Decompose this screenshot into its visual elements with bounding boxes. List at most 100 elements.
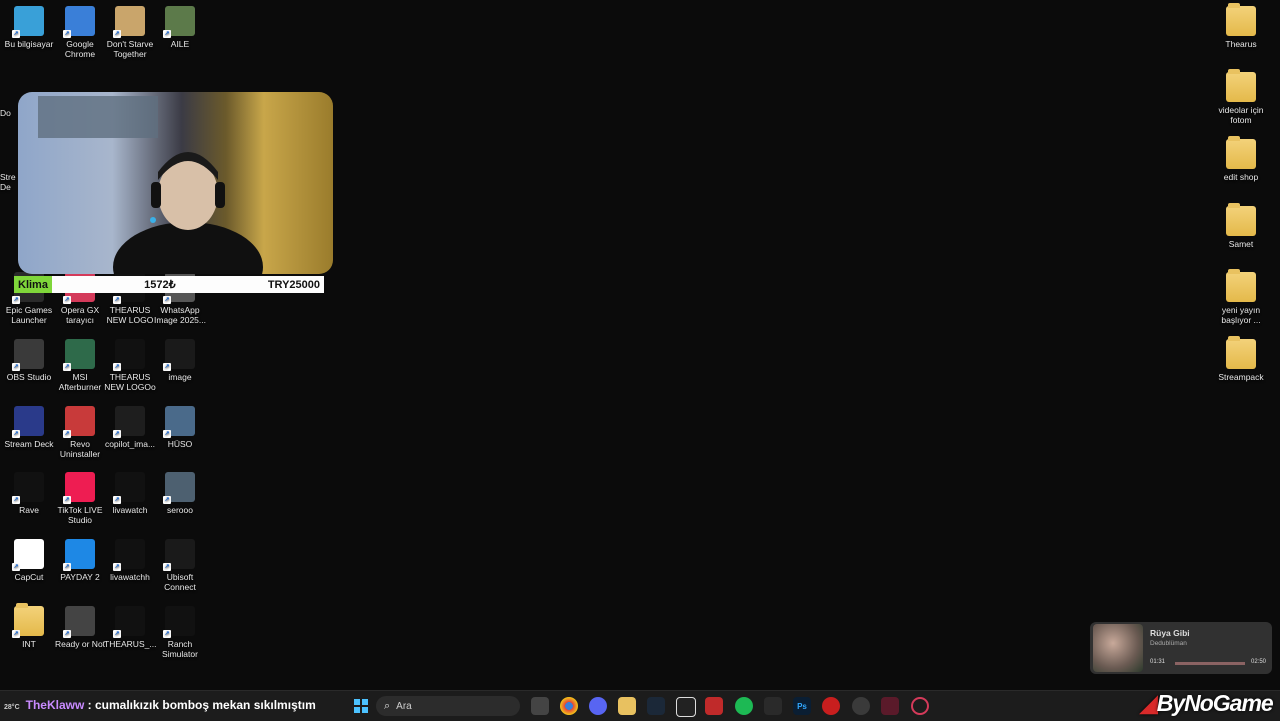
- shortcut-arrow-icon: ↗: [163, 363, 171, 371]
- logo-icon: ↗: [113, 606, 145, 638]
- photoshop-taskbar-icon[interactable]: Ps: [793, 697, 811, 715]
- shortcut-arrow-icon: ↗: [12, 430, 20, 438]
- chrome-taskbar-icon[interactable]: [560, 697, 578, 715]
- windows-icon: [354, 699, 368, 713]
- desktop-icon-int[interactable]: ↗ INT: [3, 603, 55, 649]
- desktop-icon-label: TikTok LIVE Studio: [57, 505, 103, 525]
- desktop-icon-rave[interactable]: ↗ Rave: [3, 472, 55, 515]
- desktop-icon-label: AILE: [170, 39, 190, 49]
- desktop-icon-google-chrome[interactable]: ↗ Google Chrome: [54, 6, 106, 59]
- desktop-icon-thearus-folder[interactable]: Thearus: [1215, 3, 1267, 49]
- desktop-icon-label: CapCut: [14, 572, 44, 582]
- streamdeck-icon: ↗: [12, 406, 44, 438]
- desktop-icon-capcut[interactable]: ↗ CapCut: [3, 539, 55, 582]
- shortcut-arrow-icon: ↗: [63, 563, 71, 571]
- readyornot-icon: ↗: [63, 606, 95, 638]
- desktop-icon-msi-afterburner[interactable]: ↗ MSI Afterburner: [54, 339, 106, 392]
- livawatch-icon: ↗: [113, 472, 145, 504]
- desktop-icon-aile[interactable]: ↗ AILE: [154, 6, 206, 49]
- desktop-icon-tiktok-live[interactable]: ↗ TikTok LIVE Studio: [54, 472, 106, 525]
- search-placeholder: Ara: [396, 700, 412, 712]
- shortcut-arrow-icon: ↗: [163, 430, 171, 438]
- game-icon: ↗: [113, 6, 145, 38]
- song-progress: [1175, 662, 1245, 665]
- desktop-icon-copilot-image[interactable]: ↗ copilot_ima...: [104, 406, 156, 449]
- desktop-icon-label: HÜSO: [167, 439, 193, 449]
- desktop-icon-dont-starve[interactable]: ↗ Don't Starve Together: [104, 6, 156, 59]
- app-taskbar-icon[interactable]: [705, 697, 723, 715]
- webcam-overlay: [18, 92, 333, 274]
- discord-taskbar-icon[interactable]: [589, 697, 607, 715]
- obs-icon: ↗: [12, 339, 44, 371]
- goal-current: 1572₺: [144, 279, 176, 291]
- desktop-icon-livawatch[interactable]: ↗ livawatch: [104, 472, 156, 515]
- task-view-icon[interactable]: [531, 697, 549, 715]
- desktop-icon-serooo[interactable]: ↗ serooo: [154, 472, 206, 515]
- shortcut-arrow-icon: ↗: [12, 630, 20, 638]
- desktop-icon-edit-shop-folder[interactable]: edit shop: [1215, 136, 1267, 182]
- spotify-taskbar-icon[interactable]: [735, 697, 753, 715]
- chat-user: TheKlaww: [25, 698, 85, 712]
- steam-taskbar-icon[interactable]: [647, 697, 665, 715]
- desktop-icon-stream-deck[interactable]: ↗ Stream Deck: [3, 406, 55, 449]
- explorer-taskbar-icon[interactable]: [618, 697, 636, 715]
- desktop-icon-streampack-folder[interactable]: Streampack: [1215, 336, 1267, 382]
- goal-label: Klima: [14, 276, 52, 293]
- partial-icon-stre[interactable]: Stre De: [0, 172, 20, 192]
- desktop-icon-ubisoft-connect[interactable]: ↗ Ubisoft Connect: [154, 539, 206, 592]
- desktop-icon-label: THEARUS NEW LOGO: [106, 305, 154, 325]
- desktop-icon-label: livawatch: [112, 505, 148, 515]
- capcut-taskbar-icon[interactable]: [676, 697, 696, 717]
- desktop-icon-revo-uninstaller[interactable]: ↗ Revo Uninstaller: [54, 406, 106, 459]
- desktop-icon-label: Rave: [19, 505, 39, 515]
- desktop-icon-label: Opera GX tarayıcı: [60, 305, 100, 325]
- tiktok-icon: ↗: [63, 472, 95, 504]
- record-taskbar-icon[interactable]: [822, 697, 840, 715]
- vegas-taskbar-icon[interactable]: [881, 697, 899, 715]
- desktop-icon-huso[interactable]: ↗ HÜSO: [154, 406, 206, 449]
- desktop-icon-thearus-short[interactable]: ↗ THEARUS_...: [104, 606, 156, 649]
- shortcut-arrow-icon: ↗: [63, 363, 71, 371]
- desktop-icon-yeni-yayin-folder[interactable]: yeni yayın başlıyor ...: [1215, 269, 1267, 325]
- capcut-icon: ↗: [12, 539, 44, 571]
- start-button[interactable]: [352, 697, 370, 715]
- desktop-icon-ready-or-not[interactable]: ↗ Ready or Not: [54, 606, 106, 649]
- desktop-icon-label: edit shop: [1223, 172, 1259, 182]
- desktop-icon-livawatchh[interactable]: ↗ livawatchh: [104, 539, 156, 582]
- desktop-icon-payday-2[interactable]: ↗ PAYDAY 2: [54, 539, 106, 582]
- obs-taskbar-icon[interactable]: [852, 697, 870, 715]
- desktop-icon-obs-studio[interactable]: ↗ OBS Studio: [3, 339, 55, 382]
- logo-icon: ↗: [113, 339, 145, 371]
- bynogame-logo-icon: ◢: [1140, 690, 1158, 716]
- desktop-icon-thearus-logo-o[interactable]: ↗ THEARUS NEW LOGOo: [104, 339, 156, 392]
- desktop-icon-ranch-simulator[interactable]: ↗ Ranch Simulator: [154, 606, 206, 659]
- desktop-icon-samet-folder[interactable]: Samet: [1215, 203, 1267, 249]
- epic-taskbar-icon[interactable]: [764, 697, 782, 715]
- donation-goal-bar: Klima 1572₺ TRY25000: [14, 276, 324, 293]
- desktop-icon-label: PAYDAY 2: [60, 572, 100, 582]
- folder-icon: [1226, 203, 1256, 236]
- shortcut-arrow-icon: ↗: [12, 30, 20, 38]
- desktop-icon-videolar-folder[interactable]: videolar için fotom: [1215, 69, 1267, 125]
- desktop-icon-label: THEARUS_...: [104, 639, 157, 649]
- desktop-icon-image[interactable]: ↗ image: [154, 339, 206, 382]
- desktop-icon-label: THEARUS NEW LOGOo: [104, 372, 156, 392]
- shortcut-arrow-icon: ↗: [12, 296, 20, 304]
- desktop-icon-bu-bilgisayar[interactable]: ↗ Bu bilgisayar: [3, 6, 55, 49]
- desktop-icon-label: Epic Games Launcher: [5, 305, 53, 325]
- desktop-icon-label: Bu bilgisayar: [4, 39, 54, 49]
- shortcut-arrow-icon: ↗: [12, 363, 20, 371]
- shortcut-arrow-icon: ↗: [12, 563, 20, 571]
- partial-icon-do[interactable]: Do: [0, 108, 20, 118]
- folder-icon: [1226, 136, 1256, 169]
- desktop-icon-label: Don't Starve Together: [106, 39, 154, 59]
- desktop-icon-label: Thearus: [1225, 39, 1257, 49]
- taskbar-search[interactable]: ⌕ Ara: [376, 696, 520, 716]
- shortcut-arrow-icon: ↗: [163, 30, 171, 38]
- shortcut-arrow-icon: ↗: [63, 630, 71, 638]
- song-title: Rüya Gibi: [1150, 628, 1190, 638]
- desktop-icon-label: yeni yayın başlıyor ...: [1221, 305, 1261, 325]
- opera-taskbar-icon[interactable]: [911, 697, 929, 715]
- afterburner-icon: ↗: [63, 339, 95, 371]
- livawatch-icon: ↗: [113, 539, 145, 571]
